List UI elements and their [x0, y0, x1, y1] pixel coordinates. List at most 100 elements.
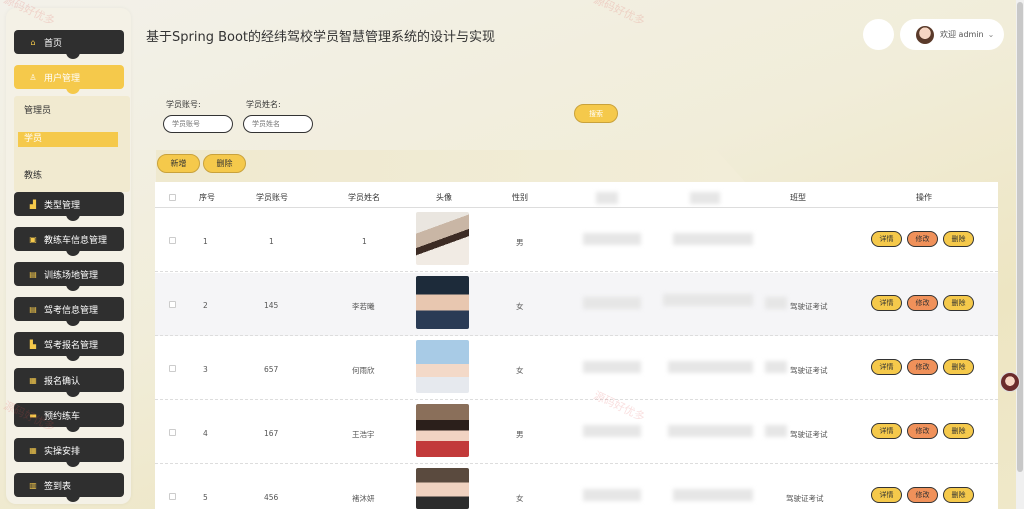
menu-tab-notch	[66, 283, 80, 291]
floating-avatar[interactable]	[1000, 372, 1020, 392]
cell-name: 王浩宇	[352, 430, 375, 439]
cell-account: 145	[264, 301, 279, 310]
blurred-cell	[583, 361, 641, 373]
menu-tab-notch	[66, 494, 80, 502]
confirm-icon: ▦	[29, 375, 37, 385]
select-all-checkbox[interactable]	[169, 194, 176, 201]
submenu-item-student[interactable]: 学员	[18, 132, 118, 147]
car-icon: ▣	[29, 234, 37, 244]
user-menu[interactable]: 欢迎 admin ⌄	[900, 19, 1004, 50]
header-avatar: 头像	[436, 193, 452, 202]
row-checkbox[interactable]	[169, 493, 176, 500]
sidebar-item-fields[interactable]: ▤ 训练场地管理	[14, 262, 124, 291]
blurred-cell	[765, 297, 787, 309]
cell-no: 2	[203, 301, 208, 310]
blurred-cell	[765, 425, 787, 437]
user-icon: ♙	[29, 72, 37, 82]
cell-name: 李若曦	[352, 302, 375, 311]
sidebar-item-users[interactable]: ♙ 用户管理	[14, 65, 124, 94]
sidebar-item-cars[interactable]: ▣ 教练车信息管理	[14, 227, 124, 256]
sidebar-item-label: 实操安排	[44, 446, 81, 457]
menu-tab-notch	[66, 248, 80, 256]
cell-gender: 女	[516, 302, 524, 311]
sidebar-item-label: 训练场地管理	[44, 270, 99, 281]
cell-name: 褚沐妍	[352, 494, 375, 503]
cell-account: 167	[264, 429, 279, 438]
sidebar-item-label: 签到表	[44, 481, 72, 492]
cell-name: 何雨欣	[352, 366, 375, 375]
blurred-cell	[668, 425, 753, 437]
sidebar-item-label: 报名确认	[44, 376, 81, 387]
edit-button[interactable]: 修改	[907, 487, 938, 503]
submenu-item-admin[interactable]: 管理员	[24, 103, 51, 116]
account-search-input[interactable]	[163, 115, 233, 133]
signup-icon: ▙	[29, 339, 37, 349]
detail-button[interactable]: 详情	[871, 423, 902, 439]
type-icon: ▟	[29, 199, 37, 209]
menu-tab-notch	[66, 459, 80, 467]
schedule-icon: ▦	[29, 445, 37, 455]
sidebar-item-types[interactable]: ▟ 类型管理	[14, 192, 124, 221]
header-class: 班型	[790, 193, 806, 202]
scrollbar[interactable]	[1016, 0, 1024, 509]
row-checkbox[interactable]	[169, 429, 176, 436]
detail-button[interactable]: 详情	[871, 231, 902, 247]
sidebar-item-home[interactable]: ⌂ 首页	[14, 30, 124, 59]
cell-name: 1	[362, 237, 367, 246]
detail-button[interactable]: 详情	[871, 359, 902, 375]
cell-no: 4	[203, 429, 208, 438]
edit-button[interactable]: 修改	[907, 295, 938, 311]
row-checkbox[interactable]	[169, 301, 176, 308]
student-photo[interactable]	[416, 276, 469, 329]
delete-button[interactable]: 删除	[943, 231, 974, 247]
delete-button[interactable]: 删除	[943, 487, 974, 503]
exam-icon: ▤	[29, 304, 37, 314]
detail-button[interactable]: 详情	[871, 487, 902, 503]
blurred-cell	[765, 361, 787, 373]
page-title: 基于Spring Boot的经纬驾校学员智慧管理系统的设计与实现	[146, 30, 496, 45]
detail-button[interactable]: 详情	[871, 295, 902, 311]
edit-button[interactable]: 修改	[907, 423, 938, 439]
student-photo[interactable]	[416, 212, 469, 265]
cell-account: 1	[269, 237, 274, 246]
scrollbar-thumb[interactable]	[1017, 2, 1023, 472]
search-button[interactable]: 搜索	[574, 104, 618, 123]
users-submenu: 管理员 学员 教练	[14, 96, 130, 192]
sidebar-item-exam-signup[interactable]: ▙ 驾考报名管理	[14, 332, 124, 361]
cell-no: 5	[203, 493, 208, 502]
cell-gender: 女	[516, 366, 524, 375]
header-round-button[interactable]	[863, 19, 894, 50]
student-photo[interactable]	[416, 468, 469, 509]
delete-button[interactable]: 删除	[943, 359, 974, 375]
menu-tab-notch	[66, 389, 80, 397]
menu-tab-notch	[66, 51, 80, 59]
sidebar-item-checkin[interactable]: ▥ 签到表	[14, 473, 124, 502]
student-photo[interactable]	[416, 404, 469, 457]
cell-gender: 男	[516, 430, 524, 439]
blurred-cell	[583, 425, 641, 437]
sidebar-item-exam-info[interactable]: ▤ 驾考信息管理	[14, 297, 124, 326]
delete-button[interactable]: 删除	[943, 423, 974, 439]
sidebar-item-label: 首页	[44, 38, 63, 49]
table-row	[155, 465, 998, 509]
cell-gender: 女	[516, 494, 524, 503]
edit-button[interactable]: 修改	[907, 359, 938, 375]
batch-delete-button[interactable]: 删除	[203, 154, 246, 173]
delete-button[interactable]: 删除	[943, 295, 974, 311]
edit-button[interactable]: 修改	[907, 231, 938, 247]
sidebar-item-label: 类型管理	[44, 200, 81, 211]
student-photo[interactable]	[416, 340, 469, 393]
row-checkbox[interactable]	[169, 237, 176, 244]
sidebar-item-schedule[interactable]: ▦ 实操安排	[14, 438, 124, 467]
header-gender: 性别	[512, 193, 528, 202]
menu-tab-notch	[66, 213, 80, 221]
sidebar-item-label: 教练车信息管理	[44, 235, 108, 246]
submenu-item-coach[interactable]: 教练	[24, 168, 42, 181]
blurred-cell	[583, 489, 641, 501]
header-account: 学员账号	[256, 193, 288, 202]
sidebar-item-confirm[interactable]: ▦ 报名确认	[14, 368, 124, 397]
add-button[interactable]: 新增	[157, 154, 200, 173]
row-checkbox[interactable]	[169, 365, 176, 372]
cell-class: 驾驶证考试	[790, 366, 828, 375]
name-search-input[interactable]	[243, 115, 313, 133]
